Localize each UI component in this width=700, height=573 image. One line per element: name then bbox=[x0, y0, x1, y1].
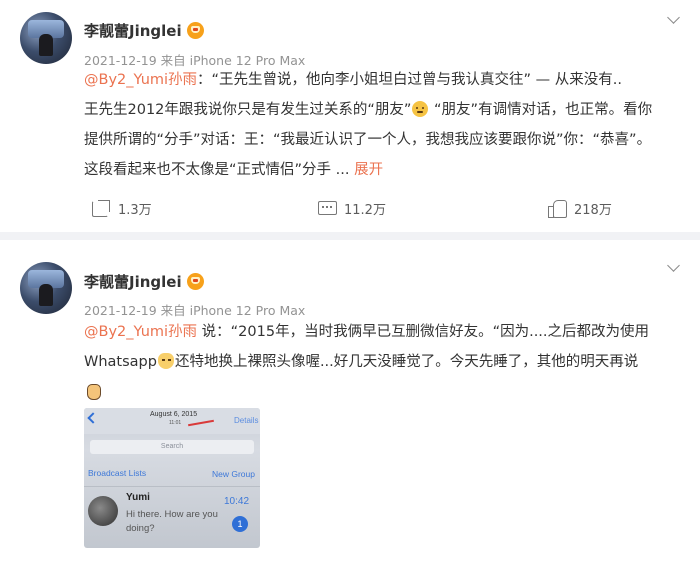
author-name-text[interactable]: 李靓蕾Jinglei bbox=[84, 20, 182, 41]
avatar[interactable] bbox=[20, 262, 72, 314]
image-chat-name: Yumi bbox=[126, 492, 150, 503]
comment-button[interactable]: 11.2万 bbox=[318, 196, 386, 220]
mention-link[interactable]: @By2_Yumi孙雨 bbox=[84, 72, 197, 88]
chevron-down-icon[interactable] bbox=[668, 262, 680, 274]
share-button[interactable]: 1.3万 bbox=[92, 196, 152, 220]
post-divider bbox=[0, 232, 700, 240]
action-bar: 1.3万 11.2万 218万 bbox=[0, 196, 700, 220]
image-search: Search bbox=[90, 440, 254, 454]
text-line: 王先生2012年跟我说你只是有发生过关系的“朋友” bbox=[84, 102, 412, 118]
like-count: 218万 bbox=[574, 202, 612, 218]
attached-image[interactable]: August 6, 2015 11:01 Details Search Broa… bbox=[84, 408, 260, 548]
mention-link[interactable]: @By2_Yumi孙雨 bbox=[84, 324, 197, 340]
image-time: 11:01 bbox=[169, 420, 182, 426]
post-text: @By2_Yumi孙雨 说：“2015年，当时我俩早已互删微信好友。“因为...… bbox=[84, 317, 684, 407]
weibo-post: 李靓蕾Jinglei 2021-12-19 来自 iPhone 12 Pro M… bbox=[0, 240, 700, 573]
author-name[interactable]: 李靓蕾Jinglei bbox=[84, 271, 204, 292]
text-line: 提供所谓的“分手”对话：王：“我最近认识了一个人，我想我应该要跟你说”你：“恭喜… bbox=[84, 132, 652, 148]
like-button[interactable]: 218万 bbox=[548, 196, 612, 220]
image-chat-message: Hi there. How are you doing? bbox=[126, 509, 218, 534]
thinking-face-icon bbox=[412, 101, 429, 117]
image-divider bbox=[84, 486, 260, 487]
chevron-down-icon[interactable] bbox=[668, 14, 680, 26]
image-date: August 6, 2015 bbox=[150, 411, 198, 418]
text-line: ：“王先生曾说，他向李小姐坦白过曾与我认真交往” — 从来没有.. bbox=[197, 72, 623, 88]
post-text: @By2_Yumi孙雨：“王先生曾说，他向李小姐坦白过曾与我认真交往” — 从来… bbox=[84, 65, 684, 185]
text-line: 这段看起来也不太像是“正式情侣”分手 ... bbox=[84, 162, 355, 178]
cat-face-icon bbox=[157, 353, 174, 369]
author-name-text[interactable]: 李靓蕾Jinglei bbox=[84, 271, 182, 292]
image-new-group: New Group bbox=[212, 469, 255, 479]
comment-count: 11.2万 bbox=[344, 202, 386, 218]
image-chat-avatar bbox=[88, 496, 118, 526]
text-line: 说：“2015年，当时我俩早已互删微信好友。“因为....之后都改为使用 bbox=[197, 324, 650, 340]
weibo-post: 李靓蕾Jinglei 2021-12-19 来自 iPhone 12 Pro M… bbox=[0, 0, 700, 232]
expand-link[interactable]: 展开 bbox=[354, 162, 383, 178]
share-count: 1.3万 bbox=[118, 202, 152, 218]
image-unread-badge: 1 bbox=[232, 516, 248, 532]
text-line: 还特地换上裸照头像喔...好几天没睡觉了。今天先睡了，其他的明天再说 bbox=[174, 354, 639, 370]
image-chat-time: 10:42 bbox=[224, 496, 250, 507]
waving-hand-icon bbox=[85, 383, 101, 400]
text-line: “朋友”有调情对话，也正常。看你 bbox=[429, 102, 653, 118]
thumbs-up-icon bbox=[548, 199, 567, 218]
share-icon bbox=[92, 199, 110, 217]
text-line: Whatsapp bbox=[84, 354, 157, 370]
image-details: Details bbox=[234, 416, 259, 425]
vip-badge-icon bbox=[186, 273, 204, 290]
avatar[interactable] bbox=[20, 12, 72, 64]
image-broadcast-lists: Broadcast Lists bbox=[88, 468, 147, 478]
author-name[interactable]: 李靓蕾Jinglei bbox=[84, 20, 204, 41]
vip-badge-icon bbox=[186, 22, 204, 39]
comment-icon bbox=[318, 199, 337, 217]
